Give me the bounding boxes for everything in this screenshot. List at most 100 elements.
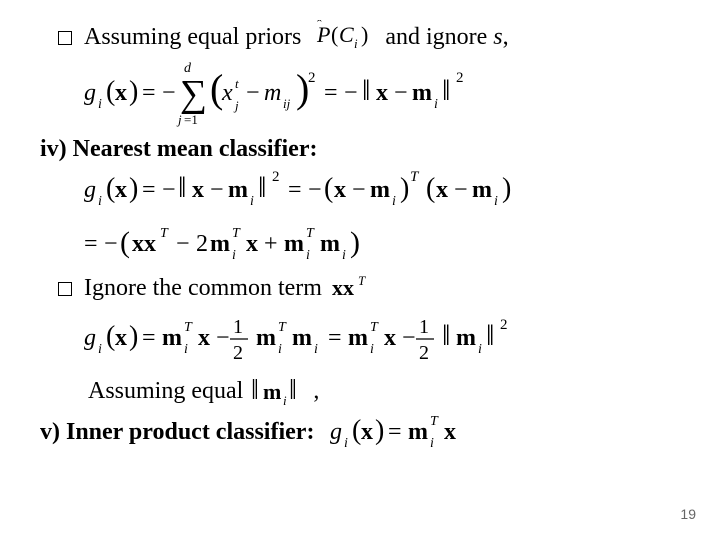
- bullet-assuming-priors: Assuming equal priors P ˆ ( C i ) and ig…: [58, 20, 680, 54]
- svg-text:−: −: [176, 231, 190, 257]
- svg-text:T: T: [370, 320, 379, 335]
- formula-xxT: xx T: [332, 273, 376, 303]
- svg-text:−: −: [402, 325, 416, 351]
- heading-nearest-mean: iv) Nearest mean classifier:: [40, 136, 680, 163]
- text-and-ignore: and ignore: [385, 24, 487, 51]
- svg-text:xx: xx: [132, 231, 156, 257]
- svg-text:m: m: [408, 419, 428, 445]
- svg-text:‖: ‖: [178, 171, 186, 204]
- svg-text:): ): [400, 173, 409, 204]
- svg-text:=: =: [142, 177, 156, 203]
- text-assuming-priors: Assuming equal priors: [84, 24, 301, 51]
- svg-text:m: m: [162, 325, 182, 351]
- svg-text:−: −: [454, 177, 468, 203]
- svg-text:=: =: [324, 80, 338, 106]
- svg-text:x: x: [384, 325, 396, 351]
- svg-text:T: T: [410, 169, 420, 185]
- bullet-ignore-common: Ignore the common term xx T: [58, 273, 680, 303]
- svg-text:−: −: [210, 177, 224, 203]
- svg-text:i: i: [314, 342, 318, 357]
- svg-text:i: i: [250, 194, 254, 209]
- svg-text:‖: ‖: [251, 375, 259, 406]
- svg-text:m: m: [264, 80, 281, 106]
- svg-text:i: i: [283, 393, 287, 407]
- svg-text:m: m: [228, 177, 248, 203]
- svg-text:x: x: [115, 80, 127, 106]
- svg-text:i: i: [342, 248, 346, 263]
- formula-gi-expand2: = − ( xx T − 2 m i T x + m i T m i ): [84, 221, 680, 265]
- svg-text:x: x: [198, 325, 210, 351]
- svg-text:C: C: [339, 22, 354, 47]
- line-assuming-equal-norm: Assuming equal ‖ m i ‖ ,: [88, 375, 680, 407]
- svg-text:): ): [129, 76, 138, 107]
- svg-text:(: (: [120, 226, 130, 259]
- svg-text:ij: ij: [283, 96, 291, 111]
- svg-text:m: m: [370, 177, 390, 203]
- svg-text:=: =: [142, 325, 156, 351]
- formula-norm-mi: ‖ m i ‖: [251, 375, 305, 407]
- svg-text:T: T: [160, 226, 169, 241]
- svg-text:−: −: [344, 80, 358, 106]
- svg-text:2: 2: [272, 169, 280, 185]
- svg-text:−: −: [246, 80, 260, 106]
- formula-gi-final: g i ( x ) = m i T x: [330, 411, 520, 451]
- svg-text:−: −: [308, 177, 322, 203]
- svg-text:ˆ: ˆ: [317, 20, 322, 33]
- square-bullet-icon: [58, 31, 72, 45]
- svg-text:x: x: [436, 177, 448, 203]
- svg-text:‖: ‖: [442, 74, 450, 107]
- svg-text:m: m: [412, 80, 432, 106]
- svg-text:T: T: [278, 320, 287, 335]
- svg-text:x: x: [361, 419, 373, 445]
- svg-text:x: x: [334, 177, 346, 203]
- svg-text:): ): [129, 321, 138, 352]
- svg-text:T: T: [358, 273, 366, 288]
- svg-text:(: (: [324, 173, 333, 204]
- svg-text:): ): [350, 226, 360, 259]
- text-comma1: ,: [503, 24, 509, 51]
- svg-text:m: m: [472, 177, 492, 203]
- line-inner-product: v) Inner product classifier: g i ( x ) =…: [40, 411, 680, 451]
- text-assuming-equal: Assuming equal: [88, 378, 243, 405]
- svg-text:(: (: [106, 321, 115, 352]
- svg-text:x: x: [221, 80, 233, 106]
- page-number: 19: [680, 506, 696, 522]
- svg-text:2: 2: [308, 70, 316, 86]
- svg-text:=: =: [388, 419, 402, 445]
- svg-text:−: −: [162, 80, 176, 106]
- svg-text:i: i: [184, 342, 188, 357]
- svg-text:∑: ∑: [180, 73, 207, 115]
- svg-text:g: g: [84, 80, 96, 106]
- svg-text:T: T: [232, 226, 241, 241]
- svg-text:m: m: [210, 231, 230, 257]
- svg-text:(: (: [352, 415, 361, 446]
- svg-text:i: i: [430, 436, 434, 451]
- svg-text:T: T: [184, 320, 193, 335]
- svg-text:d: d: [184, 61, 192, 76]
- svg-text:i: i: [354, 36, 358, 51]
- text-s: s: [493, 24, 502, 51]
- svg-text:i: i: [278, 342, 282, 357]
- svg-text:1: 1: [419, 316, 429, 338]
- svg-text:i: i: [392, 194, 396, 209]
- svg-text:−: −: [394, 80, 408, 106]
- svg-text:‖: ‖: [442, 319, 450, 352]
- svg-text:(: (: [426, 173, 435, 204]
- svg-text:i: i: [434, 97, 438, 112]
- formula-PCi: P ˆ ( C i ): [311, 20, 375, 54]
- svg-text:2: 2: [233, 342, 243, 364]
- svg-text:−: −: [104, 231, 118, 257]
- svg-text:j: j: [233, 98, 239, 113]
- text-ignore-common: Ignore the common term: [84, 275, 322, 302]
- svg-text:2: 2: [456, 70, 464, 86]
- svg-text:x: x: [246, 231, 258, 257]
- svg-text:t: t: [235, 76, 239, 91]
- formula-gi-sum: g i ( x ) = − ∑ d j =1 ( x t j − m ij ) …: [84, 58, 680, 128]
- svg-text:i: i: [494, 194, 498, 209]
- svg-text:g: g: [330, 419, 342, 445]
- svg-text:m: m: [263, 379, 281, 404]
- svg-text:i: i: [232, 248, 236, 263]
- svg-text:i: i: [98, 342, 102, 357]
- svg-text:‖: ‖: [486, 319, 494, 352]
- svg-text:2: 2: [419, 342, 429, 364]
